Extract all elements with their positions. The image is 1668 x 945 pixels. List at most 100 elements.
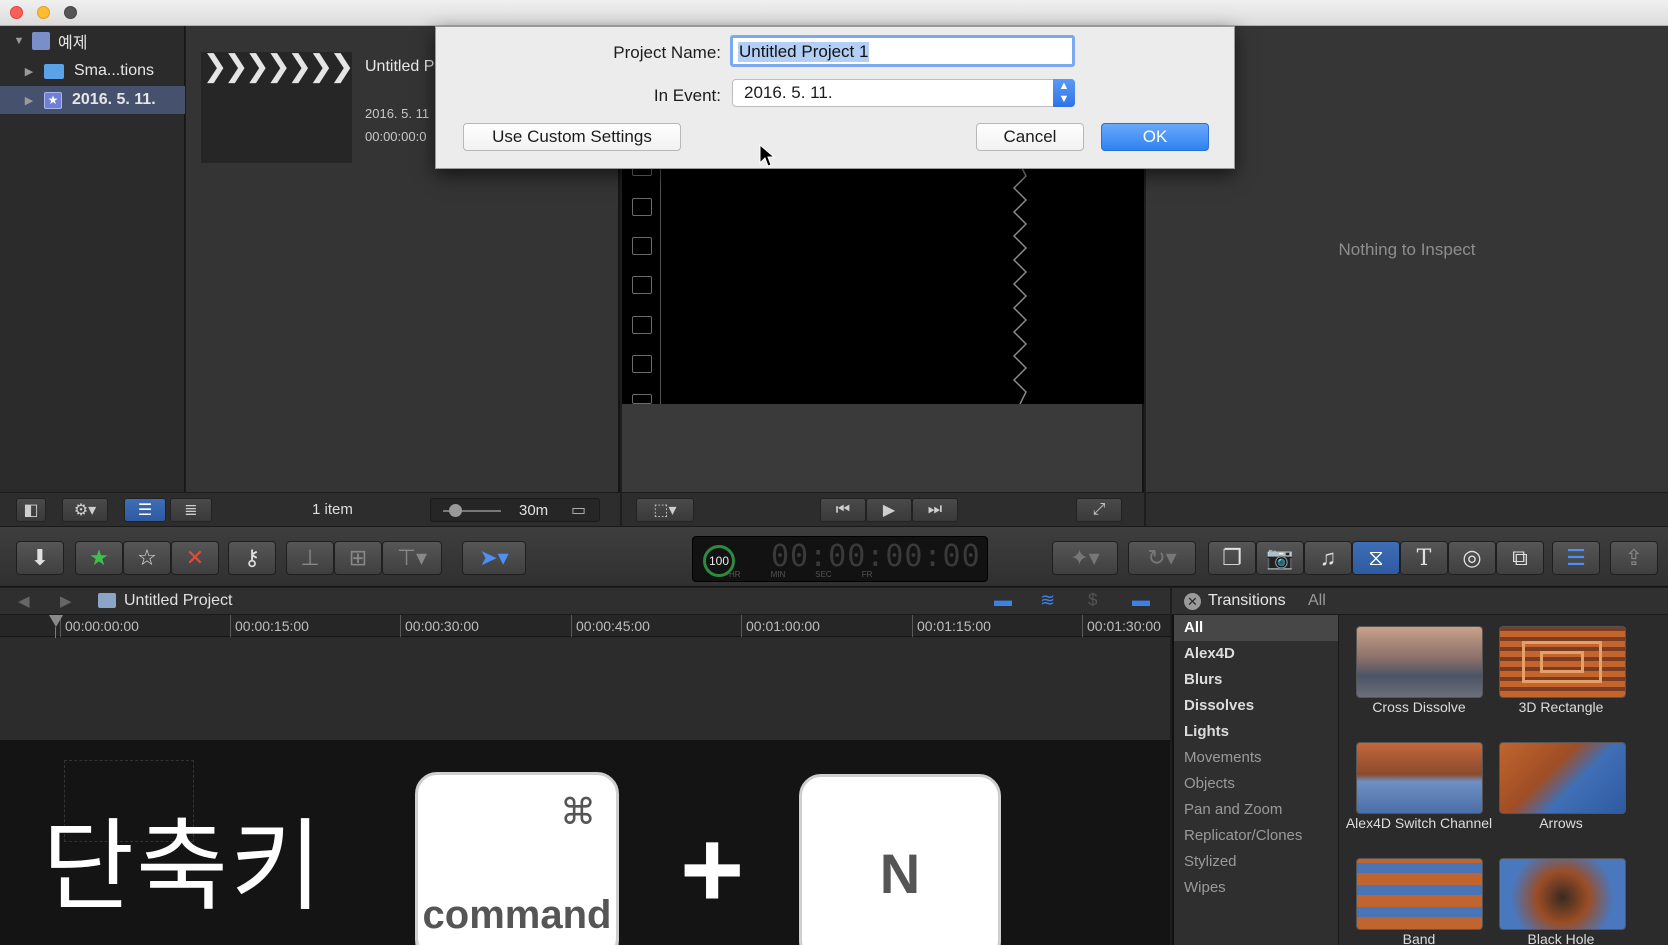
project-title: Untitled P bbox=[365, 58, 435, 75]
transition-thumbnail[interactable] bbox=[1356, 858, 1483, 930]
transition-thumbnail[interactable] bbox=[1499, 858, 1626, 930]
transition-thumbnail[interactable] bbox=[1499, 742, 1626, 814]
category-item[interactable]: Stylized bbox=[1184, 849, 1237, 875]
minimize-window-button[interactable] bbox=[37, 6, 50, 19]
plus-sign: + bbox=[680, 808, 745, 931]
transition-thumbnail[interactable] bbox=[1356, 626, 1483, 698]
gear-icon[interactable]: ⚙▾ bbox=[62, 498, 108, 522]
music-icon[interactable]: ♫ bbox=[1304, 541, 1352, 575]
category-item[interactable]: Replicator/Clones bbox=[1184, 823, 1302, 849]
inspector-empty-text: Nothing to Inspect bbox=[1338, 240, 1476, 259]
skimming-icon[interactable]: $ bbox=[1088, 590, 1097, 610]
close-window-button[interactable] bbox=[10, 6, 23, 19]
ruler-tick-label: 00:01:00:00 bbox=[741, 615, 820, 637]
category-item[interactable]: Wipes bbox=[1184, 875, 1226, 901]
project-duration: 00:00:00:0 bbox=[365, 129, 427, 144]
category-item[interactable]: Lights bbox=[1184, 719, 1229, 745]
play-icon[interactable]: ▶ bbox=[866, 498, 912, 522]
in-event-value: 2016. 5. 11. bbox=[744, 83, 833, 102]
project-clapper-icon bbox=[98, 593, 116, 608]
clip-appearance-icon[interactable]: ▭ bbox=[571, 500, 586, 520]
disclosure-open-icon[interactable]: ▼ bbox=[12, 35, 26, 47]
snapping-icon[interactable]: ▬ bbox=[1132, 590, 1150, 611]
generators-icon[interactable]: ◎ bbox=[1448, 541, 1496, 575]
previous-edit-icon[interactable]: ⏮ bbox=[820, 498, 866, 522]
timecode-display[interactable]: 100 00:00:00:00 HR MIN SEC FR bbox=[692, 536, 988, 582]
filmstrip-view-icon[interactable]: ☰ bbox=[124, 498, 166, 522]
ok-button[interactable]: OK bbox=[1101, 123, 1209, 151]
transitions-header: ✕ Transitions All bbox=[1172, 588, 1668, 615]
timeline-track-area[interactable] bbox=[0, 638, 1170, 740]
in-event-select[interactable]: 2016. 5. 11. ▲ ▼ bbox=[732, 79, 1075, 107]
disclosure-closed-icon[interactable]: ▶ bbox=[22, 65, 36, 78]
filmstrip-edge bbox=[660, 164, 661, 404]
mouse-cursor-icon bbox=[759, 144, 775, 167]
filmstrip-hole bbox=[632, 198, 652, 216]
event-star-icon: ★ bbox=[44, 91, 62, 109]
transition-thumbnail[interactable] bbox=[1499, 626, 1626, 698]
transition-label: Band bbox=[1402, 931, 1436, 945]
project-name-field[interactable]: Untitled Project 1 bbox=[730, 35, 1075, 67]
audio-waveform-icon[interactable]: ≋ bbox=[1040, 590, 1055, 611]
inspector-bottom-bar bbox=[1146, 492, 1668, 526]
media-browser-icon[interactable]: ❐ bbox=[1208, 541, 1256, 575]
category-item[interactable]: Dissolves bbox=[1184, 693, 1254, 719]
shortcut-text: 단축키 bbox=[42, 808, 324, 925]
back-arrow-icon[interactable]: ◀ bbox=[18, 592, 30, 610]
enhance-icon[interactable]: ✦▾ bbox=[1052, 541, 1118, 575]
timecode-units: HR MIN SEC FR bbox=[729, 570, 873, 579]
next-edit-icon[interactable]: ⏭ bbox=[912, 498, 958, 522]
inspector-toggle-icon[interactable]: ☰ bbox=[1552, 541, 1600, 575]
cancel-button[interactable]: Cancel bbox=[976, 123, 1084, 151]
category-item[interactable]: Blurs bbox=[1184, 667, 1222, 693]
themes-icon[interactable]: ⧉ bbox=[1496, 541, 1544, 575]
connect-clip-icon[interactable]: ⊥ bbox=[286, 541, 334, 575]
insert-clip-icon[interactable]: ⊞ bbox=[334, 541, 382, 575]
library-item-folder[interactable]: ▶ Sma...tions bbox=[0, 57, 185, 85]
timeline-header: ◀ ▶ Untitled Project ▬ ≋ $ ▬ bbox=[0, 588, 1170, 615]
ruler-tick-label: 00:01:30:00 bbox=[1082, 615, 1161, 637]
viewer-bottom-bar: ⬚▾ ⏮ ▶ ⏭ ⤢ bbox=[622, 492, 1144, 526]
category-all[interactable]: All bbox=[1174, 615, 1338, 641]
retime-icon[interactable]: ↻▾ bbox=[1128, 541, 1196, 575]
clip-zoom-control: 30m ▭ bbox=[430, 498, 600, 522]
project-name-label: Project Name: bbox=[613, 43, 721, 62]
category-item[interactable]: Alex4D bbox=[1184, 641, 1235, 667]
unrate-icon[interactable]: ☆ bbox=[123, 541, 171, 575]
transitions-filter[interactable]: All bbox=[1308, 592, 1326, 610]
append-clip-icon[interactable]: ⊤▾ bbox=[382, 541, 442, 575]
category-item[interactable]: Pan and Zoom bbox=[1184, 797, 1282, 823]
zoom-slider-knob[interactable] bbox=[449, 504, 462, 517]
library-toggle-icon[interactable]: ◧ bbox=[16, 498, 46, 522]
zoom-window-button[interactable] bbox=[64, 6, 77, 19]
titles-icon[interactable]: T bbox=[1400, 541, 1448, 575]
reject-icon[interactable]: ✕ bbox=[171, 541, 219, 575]
clapper-icon: ❯❯❯❯❯❯❯ bbox=[202, 49, 355, 83]
fullscreen-icon[interactable]: ⤢ bbox=[1076, 498, 1122, 522]
use-custom-settings-button[interactable]: Use Custom Settings bbox=[463, 123, 681, 151]
close-browser-icon[interactable]: ✕ bbox=[1184, 593, 1201, 610]
torn-edge-graphic bbox=[1012, 164, 1028, 404]
import-icon[interactable]: ⬇ bbox=[16, 541, 64, 575]
library-root-label: 예제 bbox=[58, 35, 88, 52]
transitions-browser-icon[interactable]: ⧖ bbox=[1352, 541, 1400, 575]
list-view-icon[interactable]: ≣ bbox=[170, 498, 212, 522]
share-icon[interactable]: ⇪ bbox=[1610, 541, 1658, 575]
forward-arrow-icon[interactable]: ▶ bbox=[60, 592, 72, 610]
select-tool-icon[interactable]: ➤▾ bbox=[462, 541, 526, 575]
timeline-ruler[interactable]: 00:00:00:00 00:00:15:00 00:00:30:00 00:0… bbox=[0, 615, 1170, 637]
filmstrip-hole bbox=[632, 394, 652, 404]
category-item[interactable]: Movements bbox=[1184, 745, 1262, 771]
clip-appearance-icon[interactable]: ▬ bbox=[994, 590, 1012, 611]
filmstrip-hole bbox=[632, 316, 652, 334]
category-item[interactable]: Objects bbox=[1184, 771, 1235, 797]
library-root[interactable]: ▼ 예제 bbox=[0, 27, 185, 55]
photos-icon[interactable]: 📷 bbox=[1256, 541, 1304, 575]
transform-icon[interactable]: ⬚▾ bbox=[636, 498, 694, 522]
select-stepper-icon[interactable]: ▲ ▼ bbox=[1053, 79, 1075, 107]
disclosure-closed-icon[interactable]: ▶ bbox=[22, 94, 36, 107]
transition-thumbnail[interactable] bbox=[1356, 742, 1483, 814]
keyword-icon[interactable]: ⚷ bbox=[228, 541, 276, 575]
library-item-event[interactable]: ▶ ★ 2016. 5. 11. bbox=[0, 86, 185, 114]
favorite-icon[interactable]: ★ bbox=[75, 541, 123, 575]
